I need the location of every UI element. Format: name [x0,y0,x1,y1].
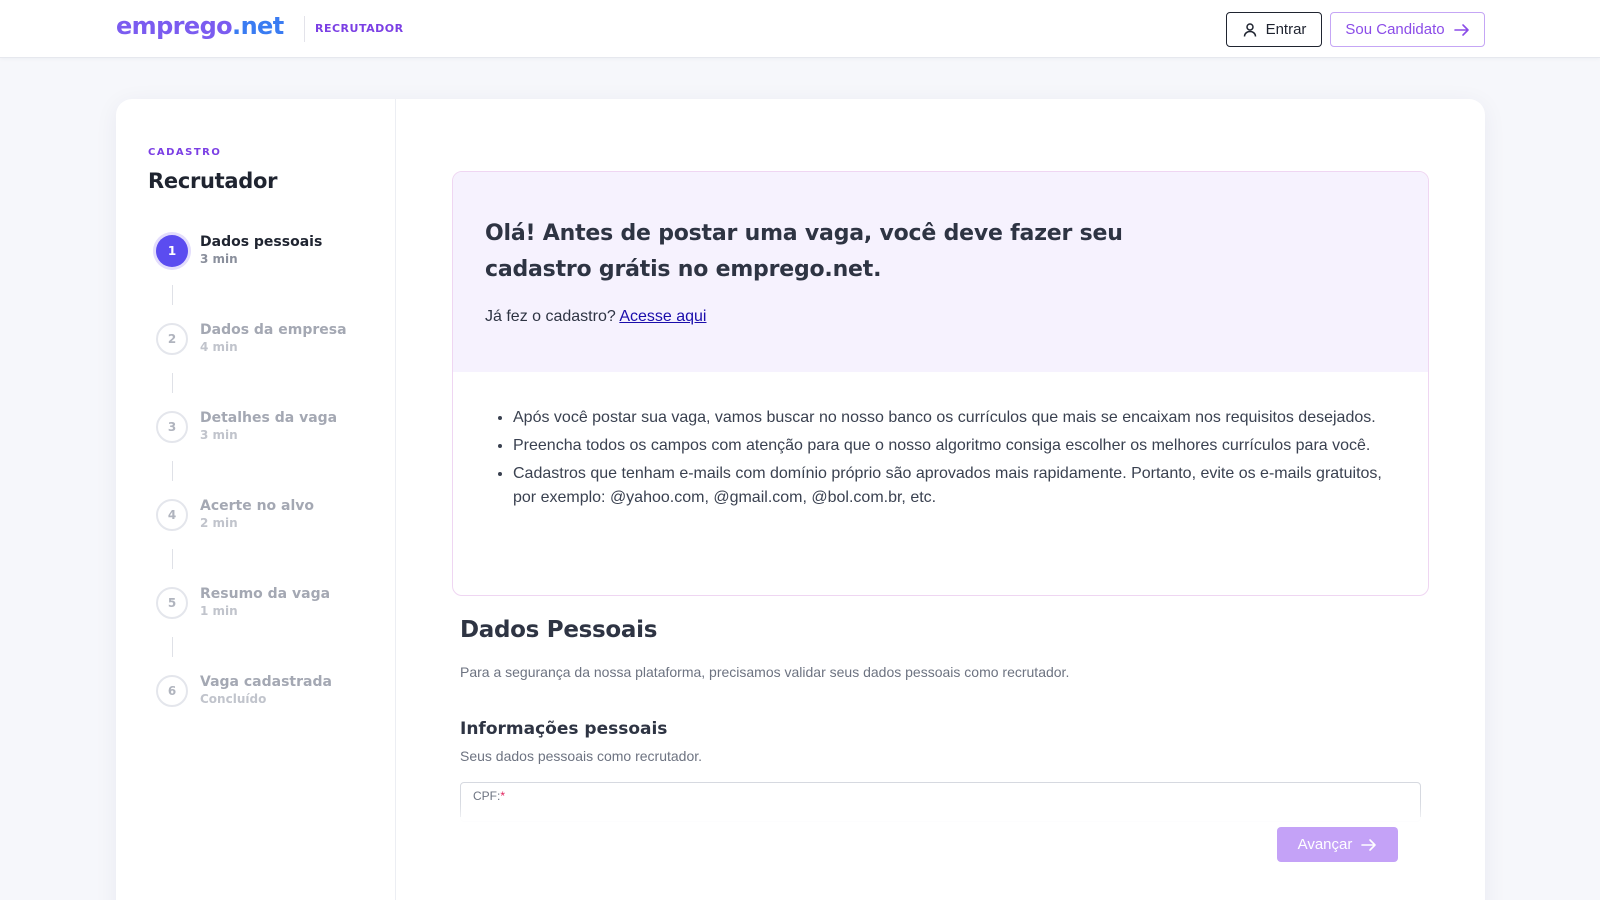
step-acerte-alvo[interactable]: 4 Acerte no alvo 2 min [156,498,386,539]
candidate-label: Sou Candidato [1345,21,1445,38]
step-number: 1 [156,235,188,267]
login-button[interactable]: Entrar [1226,12,1322,47]
logo-divider [304,16,305,42]
step-number: 3 [156,411,188,443]
cpf-label-text: CPF: [473,789,501,803]
logo-text-net: .net [232,12,284,40]
step-number: 5 [156,587,188,619]
logo[interactable]: emprego.net [116,12,284,40]
logo-text-emprego: emprego [116,12,233,40]
step-duration: 3 min [200,252,238,266]
step-connector [172,461,173,481]
step-connector [172,285,173,305]
step-duration: 3 min [200,428,238,442]
step-duration: 2 min [200,516,238,530]
step-number: 6 [156,675,188,707]
sidebar-title: Recrutador [148,169,278,193]
intro-heading: Olá! Antes de postar uma vaga, você deve… [485,221,1123,282]
step-name: Acerte no alvo [200,498,315,514]
section-subtitle: Para a segurança da nossa plataforma, pr… [460,664,1070,680]
login-label: Entrar [1265,21,1307,38]
arrow-right-icon [1361,838,1377,852]
step-name: Vaga cadastrada [200,674,332,690]
required-mark: * [500,789,506,803]
subsection-title: Informações pessoais [460,719,668,739]
step-vaga-cadastrada[interactable]: 6 Vaga cadastrada Concluído [156,674,386,715]
intro-panel: Olá! Antes de postar uma vaga, você deve… [452,171,1429,596]
step-name: Dados da empresa [200,322,347,338]
step-name: Dados pessoais [200,234,323,250]
intro-header: Olá! Antes de postar uma vaga, você deve… [453,172,1428,372]
steps-sidebar: CADASTRO Recrutador 1 Dados pessoais 3 m… [116,99,396,900]
arrow-right-icon [1453,23,1470,37]
user-icon [1242,22,1258,38]
step-duration: 4 min [200,340,238,354]
next-button[interactable]: Avançar [1277,827,1398,862]
step-connector [172,549,173,569]
step-dados-empresa[interactable]: 2 Dados da empresa 4 min [156,322,386,363]
section-title: Dados Pessoais [460,617,658,643]
step-detalhes-vaga[interactable]: 3 Detalhes da vaga 3 min [156,410,386,451]
list-item: Cadastros que tenham e-mails com domínio… [513,462,1393,510]
step-resumo-vaga[interactable]: 5 Resumo da vaga 1 min [156,586,386,627]
login-prompt: Já fez o cadastro? Acesse aqui [485,308,706,326]
step-dados-pessoais[interactable]: 1 Dados pessoais 3 min [156,234,386,275]
role-label: RECRUTADOR [315,22,404,35]
step-number: 4 [156,499,188,531]
cpf-field[interactable]: CPF:* [460,782,1421,822]
list-item: Após você postar sua vaga, vamos buscar … [513,406,1393,430]
login-link[interactable]: Acesse aqui [619,308,706,325]
subsection-subtitle: Seus dados pessoais como recrutador. [460,748,703,764]
sidebar-kicker: CADASTRO [148,147,222,158]
step-name: Resumo da vaga [200,586,331,602]
step-duration: 1 min [200,604,238,618]
top-navbar: emprego.net RECRUTADOR Entrar Sou Candid… [0,0,1600,58]
list-item: Preencha todos os campos com atenção par… [513,434,1393,458]
step-connector [172,637,173,657]
registration-card: CADASTRO Recrutador 1 Dados pessoais 3 m… [116,99,1485,900]
step-number: 2 [156,323,188,355]
step-duration: Concluído [200,692,267,706]
tips-list: Após você postar sua vaga, vamos buscar … [513,406,1393,514]
candidate-button[interactable]: Sou Candidato [1330,12,1485,47]
login-prompt-text: Já fez o cadastro? [485,308,616,325]
step-connector [172,373,173,393]
next-label: Avançar [1297,836,1353,853]
step-name: Detalhes da vaga [200,410,338,426]
cpf-label: CPF:* [473,789,505,803]
